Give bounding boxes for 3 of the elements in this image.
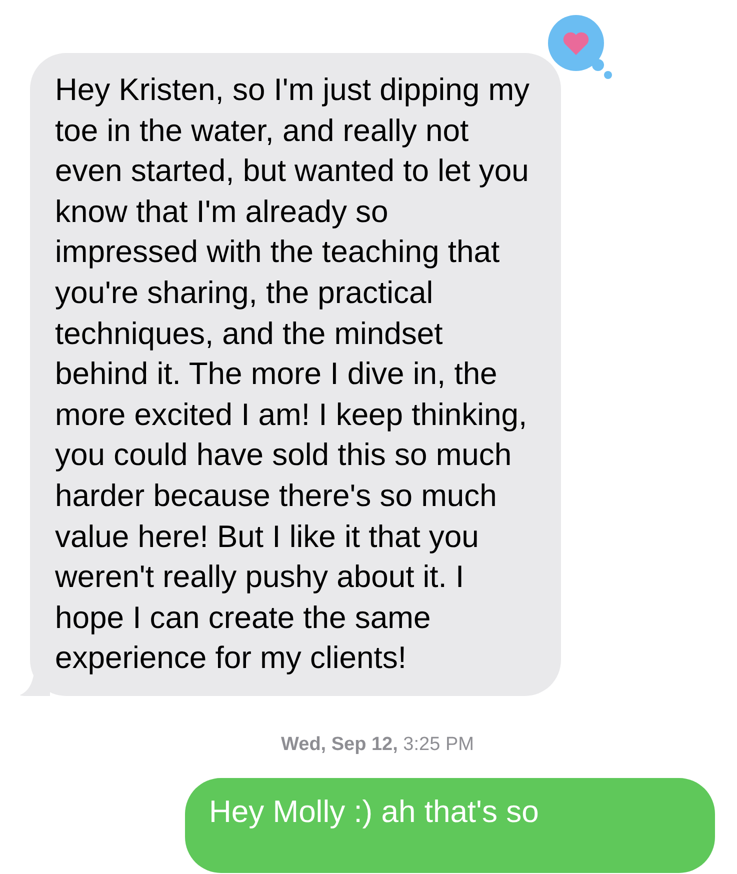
message-bubble: Hey Molly :) ah that's so bbox=[185, 778, 715, 872]
message-bubble: Hey Kristen, so I'm just dipping my toe in the water, and really not even started, but wanted to let you know that I'm already so impressed with the teaching that you're sharing, the practical techniques, and the mindset behind it. The more I dive in, the more excited I am! I keep thinking, you could have sold this so much harder because there's so much value here! But I like it that you weren't really pushy about it. I hope I can create the same experience for my clients! bbox=[30, 53, 561, 696]
timestamp: Wed, Sep 12, 3:25 PM bbox=[280, 734, 474, 756]
